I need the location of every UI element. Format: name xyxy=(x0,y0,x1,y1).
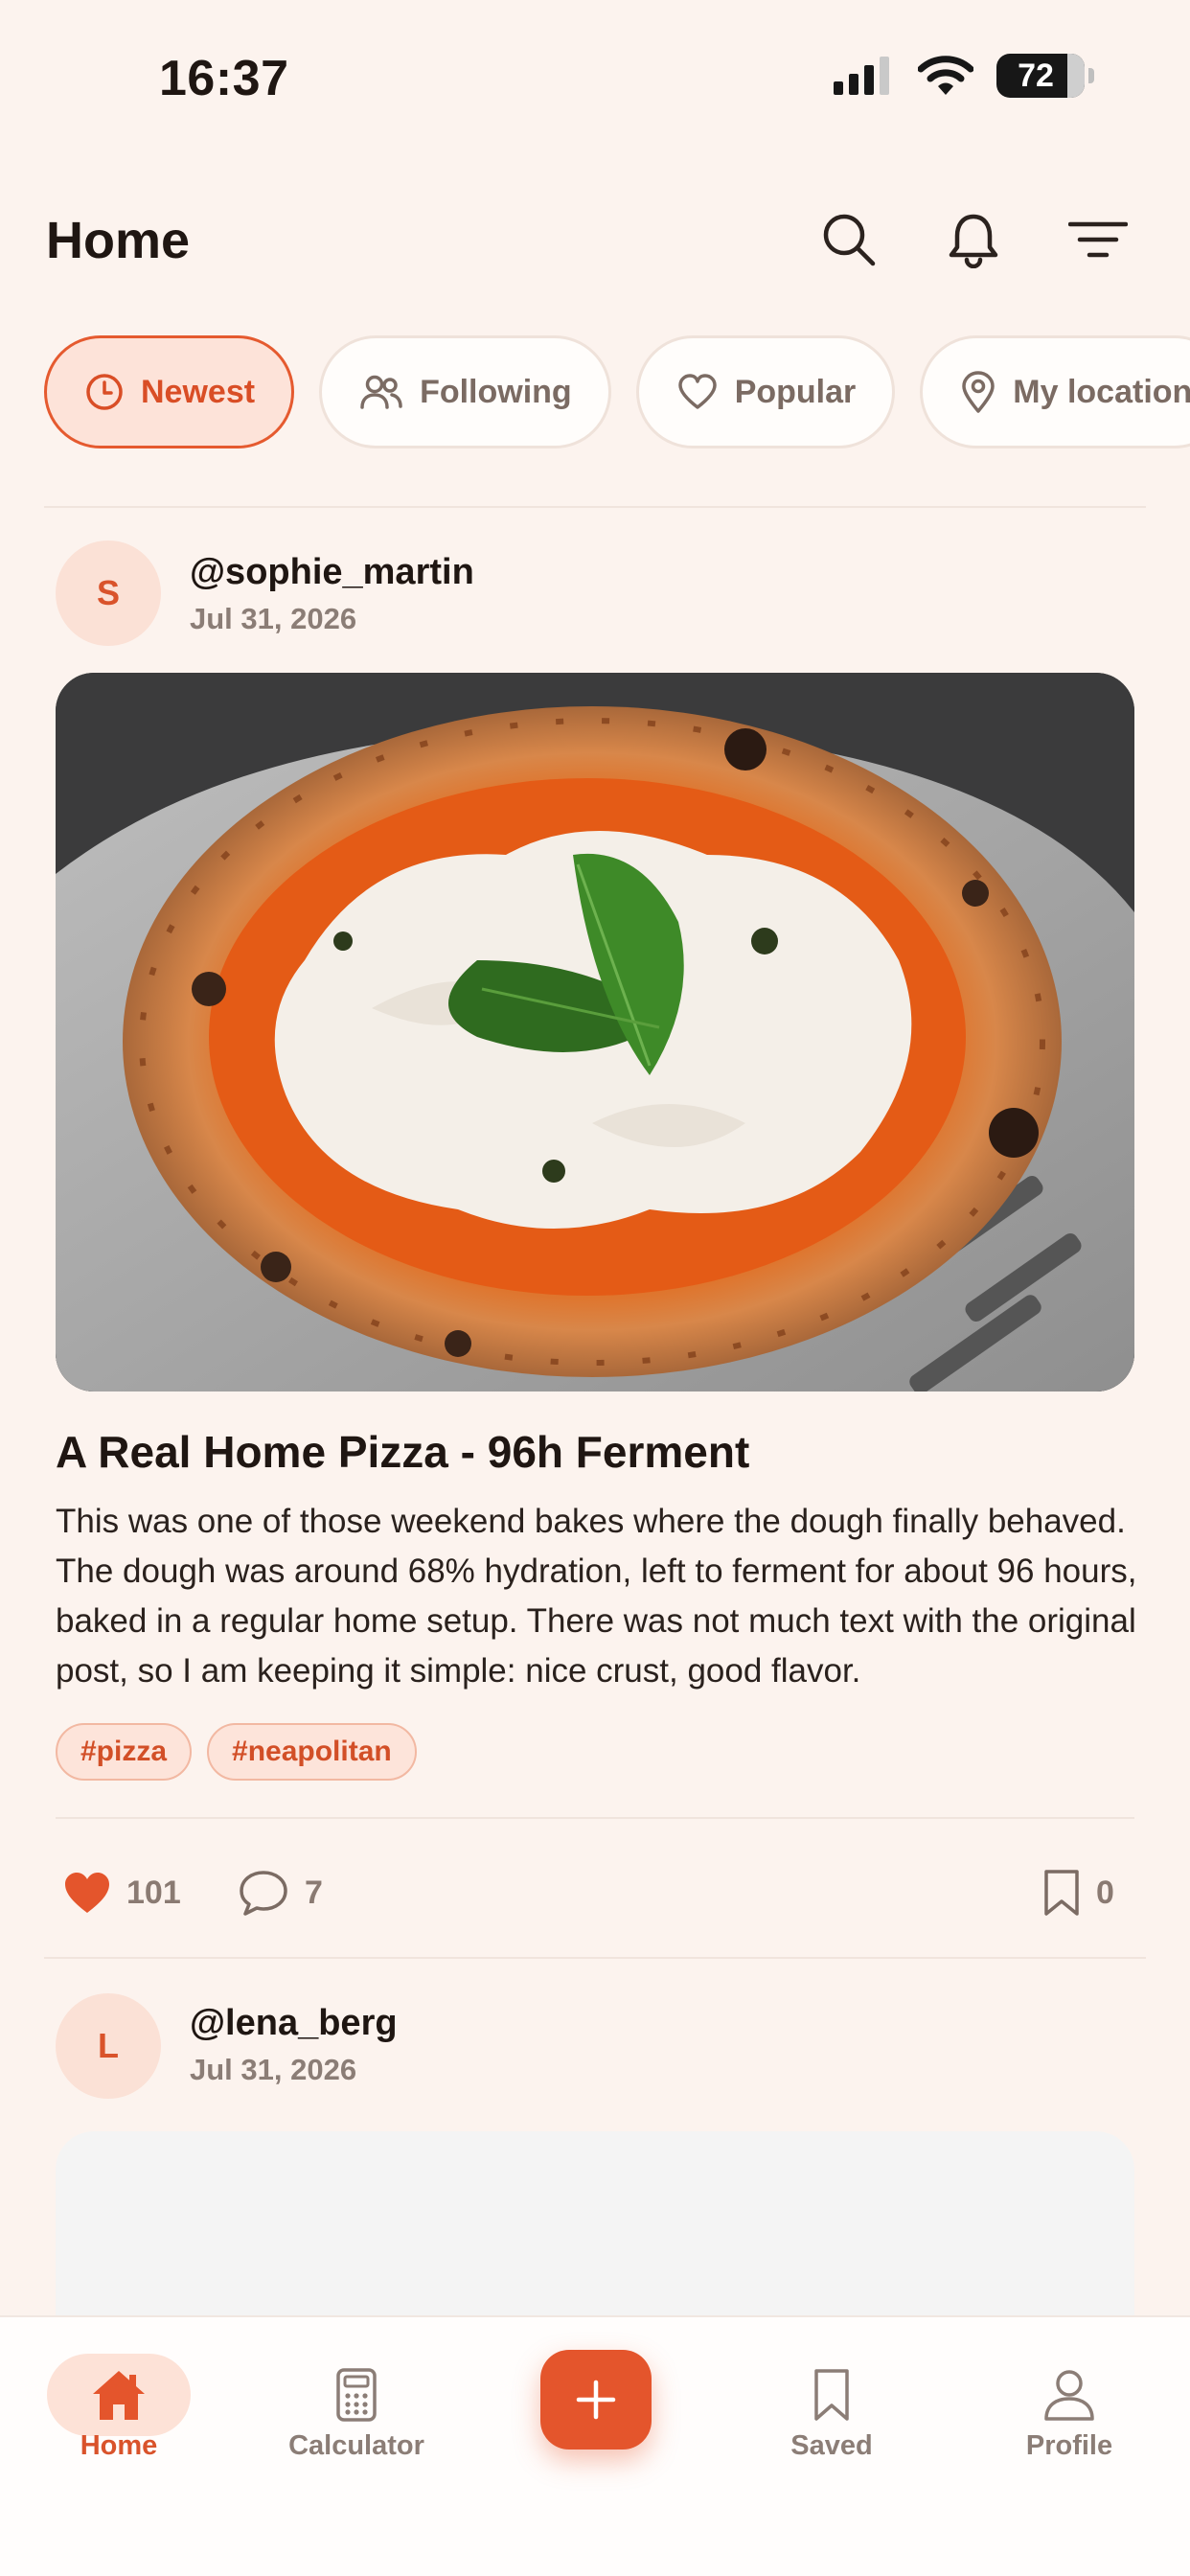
bookmark-icon xyxy=(812,2367,852,2423)
chip-popular[interactable]: Popular xyxy=(635,335,896,448)
nav-label: Saved xyxy=(790,2430,873,2461)
like-count: 101 xyxy=(126,1874,181,1911)
post-tags: #pizza #neapolitan xyxy=(56,1723,417,1781)
plus-icon xyxy=(575,2379,617,2421)
tag-pizza[interactable]: #pizza xyxy=(56,1723,193,1781)
avatar[interactable]: S xyxy=(56,540,161,646)
post-title[interactable]: A Real Home Pizza - 96h Ferment xyxy=(56,1426,749,1478)
nav-profile[interactable]: Profile xyxy=(973,2354,1165,2462)
comment-bubble-icon xyxy=(238,1869,289,1917)
filter-lines-icon xyxy=(1068,218,1128,261)
post-username[interactable]: @sophie_martin xyxy=(190,552,474,593)
chip-following[interactable]: Following xyxy=(319,335,611,448)
nav-calculator[interactable]: Calculator xyxy=(261,2354,452,2462)
nav-saved[interactable]: Saved xyxy=(736,2354,927,2462)
nav-label: Calculator xyxy=(288,2430,424,2461)
filter-chips: Newest Following Popular My location xyxy=(44,335,1190,450)
post-image[interactable] xyxy=(56,673,1134,1392)
bottom-nav: Home Calculator Saved Profile xyxy=(0,2315,1190,2576)
clock-icon xyxy=(85,373,124,411)
tag-neapolitan[interactable]: #neapolitan xyxy=(207,1723,417,1781)
battery-level-text: 72 xyxy=(1018,57,1054,94)
divider xyxy=(56,1817,1134,1819)
location-pin-icon xyxy=(961,371,995,413)
pizza-photo xyxy=(56,673,1134,1392)
heart-filled-icon xyxy=(63,1871,111,1915)
notifications-button[interactable] xyxy=(943,209,1004,270)
chip-label: My location xyxy=(1013,373,1190,410)
nav-label: Home xyxy=(80,2430,158,2461)
nav-label: Profile xyxy=(1025,2430,1113,2461)
chip-label: Popular xyxy=(734,373,857,410)
nav-home[interactable]: Home xyxy=(23,2354,215,2462)
battery-indicator: 72 xyxy=(996,54,1094,98)
bell-icon xyxy=(947,211,1000,268)
save-button[interactable]: 0 xyxy=(1042,1857,1114,1928)
search-icon xyxy=(821,212,877,267)
like-button[interactable]: 101 xyxy=(63,1857,181,1928)
wifi-icon xyxy=(918,56,973,96)
search-button[interactable] xyxy=(818,209,880,270)
post-body: This was one of those weekend bakes wher… xyxy=(56,1503,1137,1690)
cellular-signal-icon xyxy=(834,57,895,95)
bookmark-icon xyxy=(1042,1868,1081,1918)
chip-label: Newest xyxy=(141,373,256,410)
comment-button[interactable]: 7 xyxy=(238,1857,323,1928)
divider xyxy=(44,1957,1146,1959)
calculator-icon xyxy=(334,2367,378,2423)
people-icon xyxy=(360,374,402,410)
chip-newest[interactable]: Newest xyxy=(44,335,295,448)
divider xyxy=(44,506,1146,508)
avatar[interactable]: L xyxy=(56,1993,161,2099)
comment-count: 7 xyxy=(305,1874,323,1911)
post-actions: 101 7 0 xyxy=(56,1857,1138,1928)
filter-button[interactable] xyxy=(1067,209,1129,270)
chip-label: Following xyxy=(420,373,572,410)
chip-my-location[interactable]: My location xyxy=(920,335,1190,448)
status-bar: 16:37 72 xyxy=(0,0,1190,163)
heart-outline-icon xyxy=(677,374,718,410)
post-date: Jul 31, 2026 xyxy=(190,2053,357,2086)
home-icon xyxy=(90,2368,148,2422)
user-icon xyxy=(1042,2367,1096,2423)
status-time: 16:37 xyxy=(159,51,289,106)
page-title: Home xyxy=(46,212,191,269)
save-count: 0 xyxy=(1096,1874,1114,1911)
status-icons: 72 xyxy=(834,54,1094,98)
post-username[interactable]: @lena_berg xyxy=(190,2003,398,2044)
create-post-button[interactable] xyxy=(540,2350,652,2450)
post-date: Jul 31, 2026 xyxy=(190,602,357,635)
header: Home xyxy=(0,192,1190,288)
